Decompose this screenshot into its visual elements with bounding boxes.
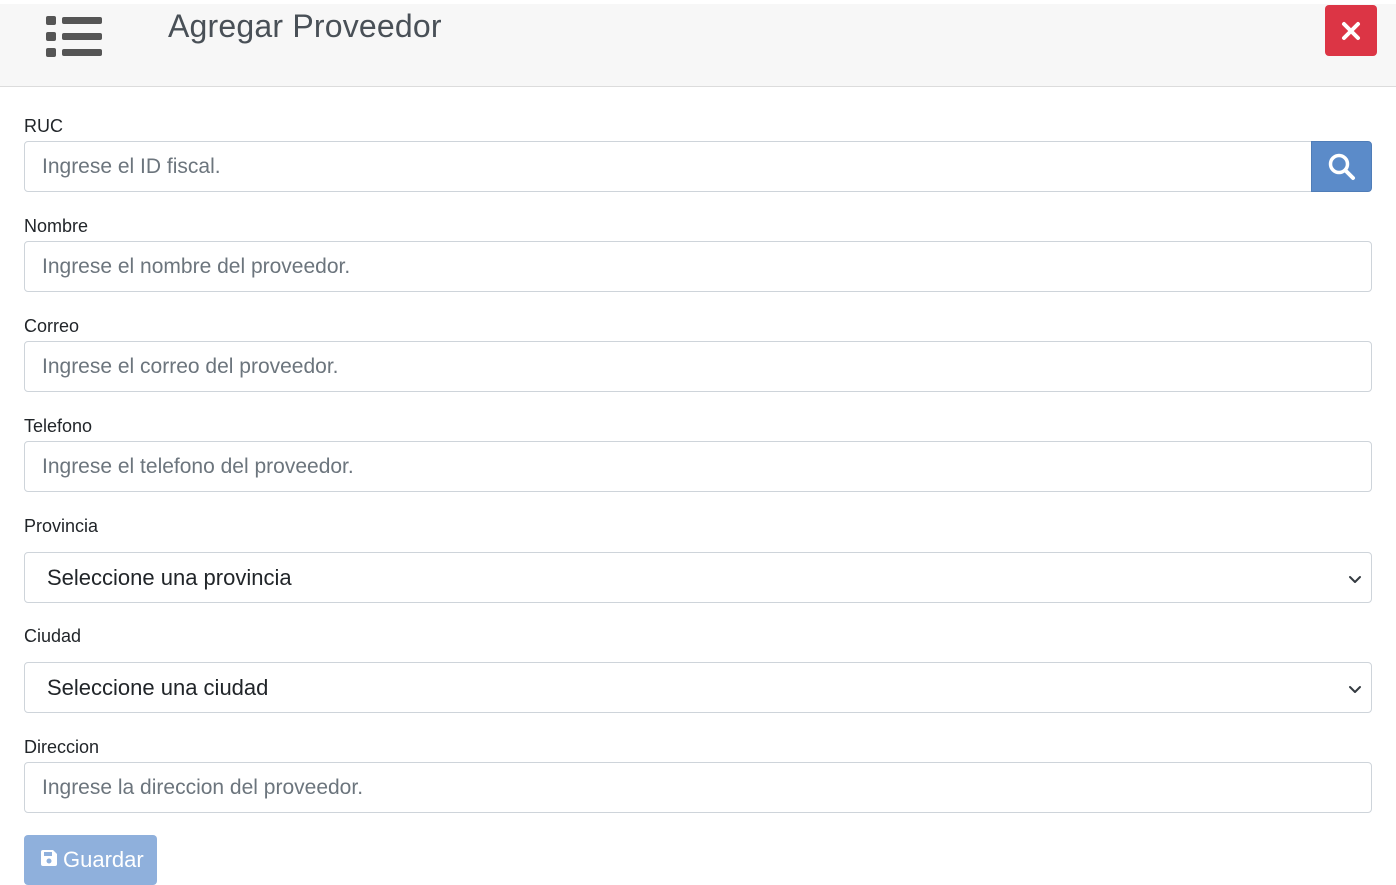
close-button[interactable] bbox=[1325, 5, 1377, 56]
modal-header: Agregar Proveedor bbox=[0, 4, 1396, 87]
search-button[interactable] bbox=[1311, 141, 1372, 192]
save-button[interactable]: Guardar bbox=[24, 835, 157, 885]
ruc-input[interactable] bbox=[24, 141, 1312, 192]
correo-input[interactable] bbox=[24, 341, 1372, 392]
correo-label: Correo bbox=[24, 316, 80, 336]
provincia-label: Provincia bbox=[24, 516, 99, 536]
direccion-input[interactable] bbox=[24, 762, 1372, 813]
nombre-label: Nombre bbox=[24, 216, 89, 236]
page-title: Agregar Proveedor bbox=[168, 8, 442, 44]
provincia-selected-value: Seleccione una provincia bbox=[47, 564, 292, 590]
ciudad-label: Ciudad bbox=[24, 626, 82, 646]
save-button-label: Guardar bbox=[63, 847, 144, 872]
provincia-select[interactable]: Seleccione una provincia bbox=[24, 552, 1372, 603]
save-icon bbox=[41, 850, 57, 866]
chevron-down-icon bbox=[1349, 576, 1361, 583]
nombre-input[interactable] bbox=[24, 241, 1372, 292]
ruc-label: RUC bbox=[24, 116, 63, 136]
direccion-label: Direccion bbox=[24, 737, 100, 757]
ciudad-selected-value: Seleccione una ciudad bbox=[47, 674, 269, 700]
chevron-down-icon bbox=[1349, 686, 1361, 693]
ciudad-select[interactable]: Seleccione una ciudad bbox=[24, 662, 1372, 713]
search-icon bbox=[1328, 153, 1355, 180]
telefono-input[interactable] bbox=[24, 441, 1372, 492]
telefono-label: Telefono bbox=[24, 416, 93, 436]
list-icon[interactable] bbox=[44, 10, 104, 62]
close-icon bbox=[1342, 21, 1360, 40]
